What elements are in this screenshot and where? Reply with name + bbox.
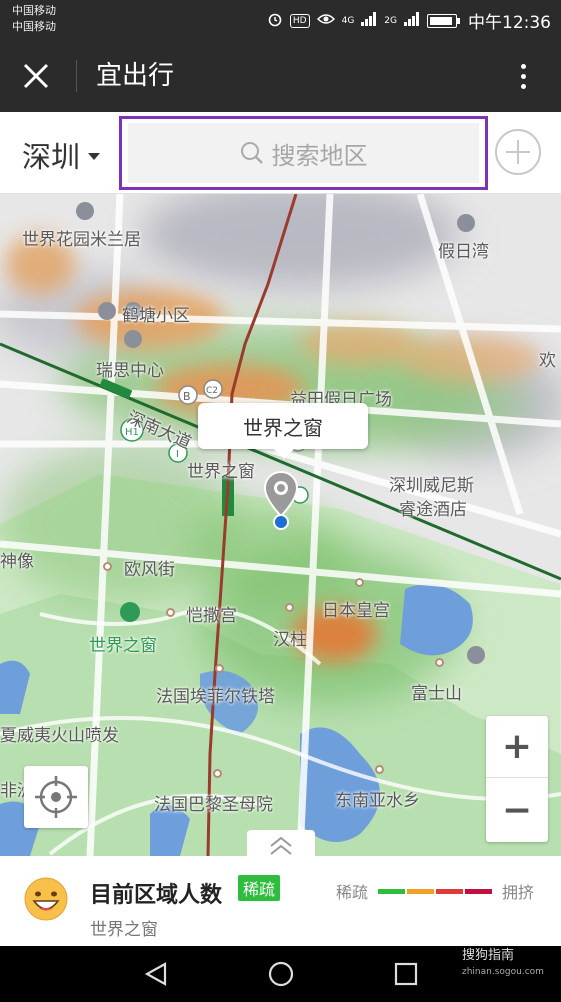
map-label: 瑞思中心 <box>96 361 164 381</box>
watermark-brand: 搜狗指南 <box>462 948 515 963</box>
battery-icon <box>427 13 460 28</box>
zoom-controls: + − <box>486 716 548 842</box>
status-badge: 稀疏 <box>238 875 281 901</box>
back-triangle-icon <box>144 962 167 986</box>
status-icons: HD 4G 2G 中午12:36 <box>267 8 551 33</box>
search-icon <box>240 142 263 164</box>
alarm-icon <box>267 11 283 31</box>
poi-marker <box>103 562 112 571</box>
location-callout[interactable]: 世界之窗 <box>198 403 368 459</box>
map-label: 世界之窗 <box>89 636 157 656</box>
chevron-down-icon <box>88 153 101 160</box>
poi-marker <box>375 765 384 774</box>
map-label: 欧风街 <box>124 560 175 580</box>
map-label: 世界花园米兰居 <box>22 230 141 250</box>
hd-badge: HD <box>289 13 310 28</box>
city-selector[interactable]: 深圳 <box>22 134 101 176</box>
map-label: 世界之窗 <box>187 462 255 482</box>
page-title: 宜出行 <box>96 61 175 91</box>
status-bar: 中国移动 中国移动 HD 4G 2G 中午12:36 <box>0 0 561 38</box>
city-label: 深圳 <box>22 140 81 174</box>
smiley-face-icon <box>24 877 68 925</box>
search-input[interactable]: 搜索地区 <box>119 116 488 190</box>
map-label: 法国巴黎圣母院 <box>154 795 273 815</box>
title-divider <box>76 60 77 92</box>
poi-marker <box>285 603 294 612</box>
add-button[interactable] <box>495 129 541 175</box>
system-nav-bar: 搜狗指南 zhinan.sogou.com <box>0 946 561 1002</box>
signal-icon-2 <box>404 11 420 30</box>
map-label: 东南亚水乡 <box>335 791 420 811</box>
map-label: 深圳威尼斯 <box>389 476 474 496</box>
poi-marker <box>166 608 175 617</box>
map-label: 汉柱 <box>273 630 307 650</box>
watermark-url: zhinan.sogou.com <box>462 967 544 977</box>
poi-marker <box>213 769 222 778</box>
map-label: 睿途酒店 <box>399 500 467 520</box>
panel-title: 目前区域人数 <box>90 883 223 908</box>
svg-text:B: B <box>183 390 191 403</box>
clock: 中午12:36 <box>468 13 551 33</box>
density-legend: 稀疏 拥挤 <box>336 879 534 903</box>
map-label: 神像 <box>0 552 34 572</box>
map-label: 假日湾 <box>438 242 489 262</box>
network-type-2: 2G <box>384 15 397 26</box>
home-circle-icon <box>268 961 294 987</box>
more-button[interactable] <box>503 56 543 96</box>
poi-marker <box>215 664 224 673</box>
location-name: 世界之窗 <box>90 920 158 940</box>
map-label: 欢 <box>539 351 556 371</box>
watermark: 搜狗指南 zhinan.sogou.com <box>462 948 544 980</box>
zoom-out-button[interactable]: − <box>486 779 548 841</box>
chevron-up-icon <box>270 836 292 855</box>
legend-low-label: 稀疏 <box>336 883 369 902</box>
carrier-2: 中国移动 <box>12 20 56 33</box>
recents-square-icon <box>394 962 418 986</box>
back-button[interactable] <box>136 956 176 992</box>
title-bar: 宜出行 <box>0 38 561 112</box>
search-bar: 深圳 搜索地区 <box>0 112 561 194</box>
more-vertical-icon <box>520 63 526 69</box>
crosshair-icon <box>35 776 77 818</box>
poi-marker <box>435 658 444 667</box>
map-label: 日本皇宫 <box>322 601 390 621</box>
search-placeholder: 搜索地区 <box>271 141 368 170</box>
map-label: 法国埃菲尔铁塔 <box>156 687 275 707</box>
svg-text:C2: C2 <box>206 386 218 396</box>
map-label: 夏威夷火山喷发 <box>0 726 119 746</box>
map-label: 恺撒宫 <box>186 606 237 626</box>
home-button[interactable] <box>261 956 301 992</box>
legend-high-label: 拥挤 <box>502 883 535 902</box>
legend-color-bar <box>378 888 493 894</box>
eye-icon <box>316 13 335 29</box>
locate-button[interactable] <box>24 766 88 828</box>
map-label: 富士山 <box>411 684 462 704</box>
carrier-1: 中国移动 <box>12 4 56 17</box>
close-button[interactable] <box>14 54 58 98</box>
crowd-info-panel: 目前区域人数 稀疏 世界之窗 稀疏 拥挤 <box>0 856 561 946</box>
svg-text:I: I <box>176 449 179 460</box>
recents-button[interactable] <box>386 956 426 992</box>
location-pin-icon[interactable] <box>263 470 299 538</box>
map-label: 鹤塘小区 <box>122 306 190 326</box>
network-type-1: 4G <box>341 15 355 26</box>
heat-map[interactable]: B C2 H1 I 世界花园米兰居 假日湾 鹤塘小区 瑞思中心 欢 益田假日广场… <box>0 194 561 856</box>
expand-panel-button[interactable] <box>247 830 315 856</box>
signal-icon <box>361 11 377 30</box>
zoom-in-button[interactable]: + <box>486 716 548 778</box>
poi-marker <box>355 578 364 587</box>
close-icon <box>23 63 49 89</box>
